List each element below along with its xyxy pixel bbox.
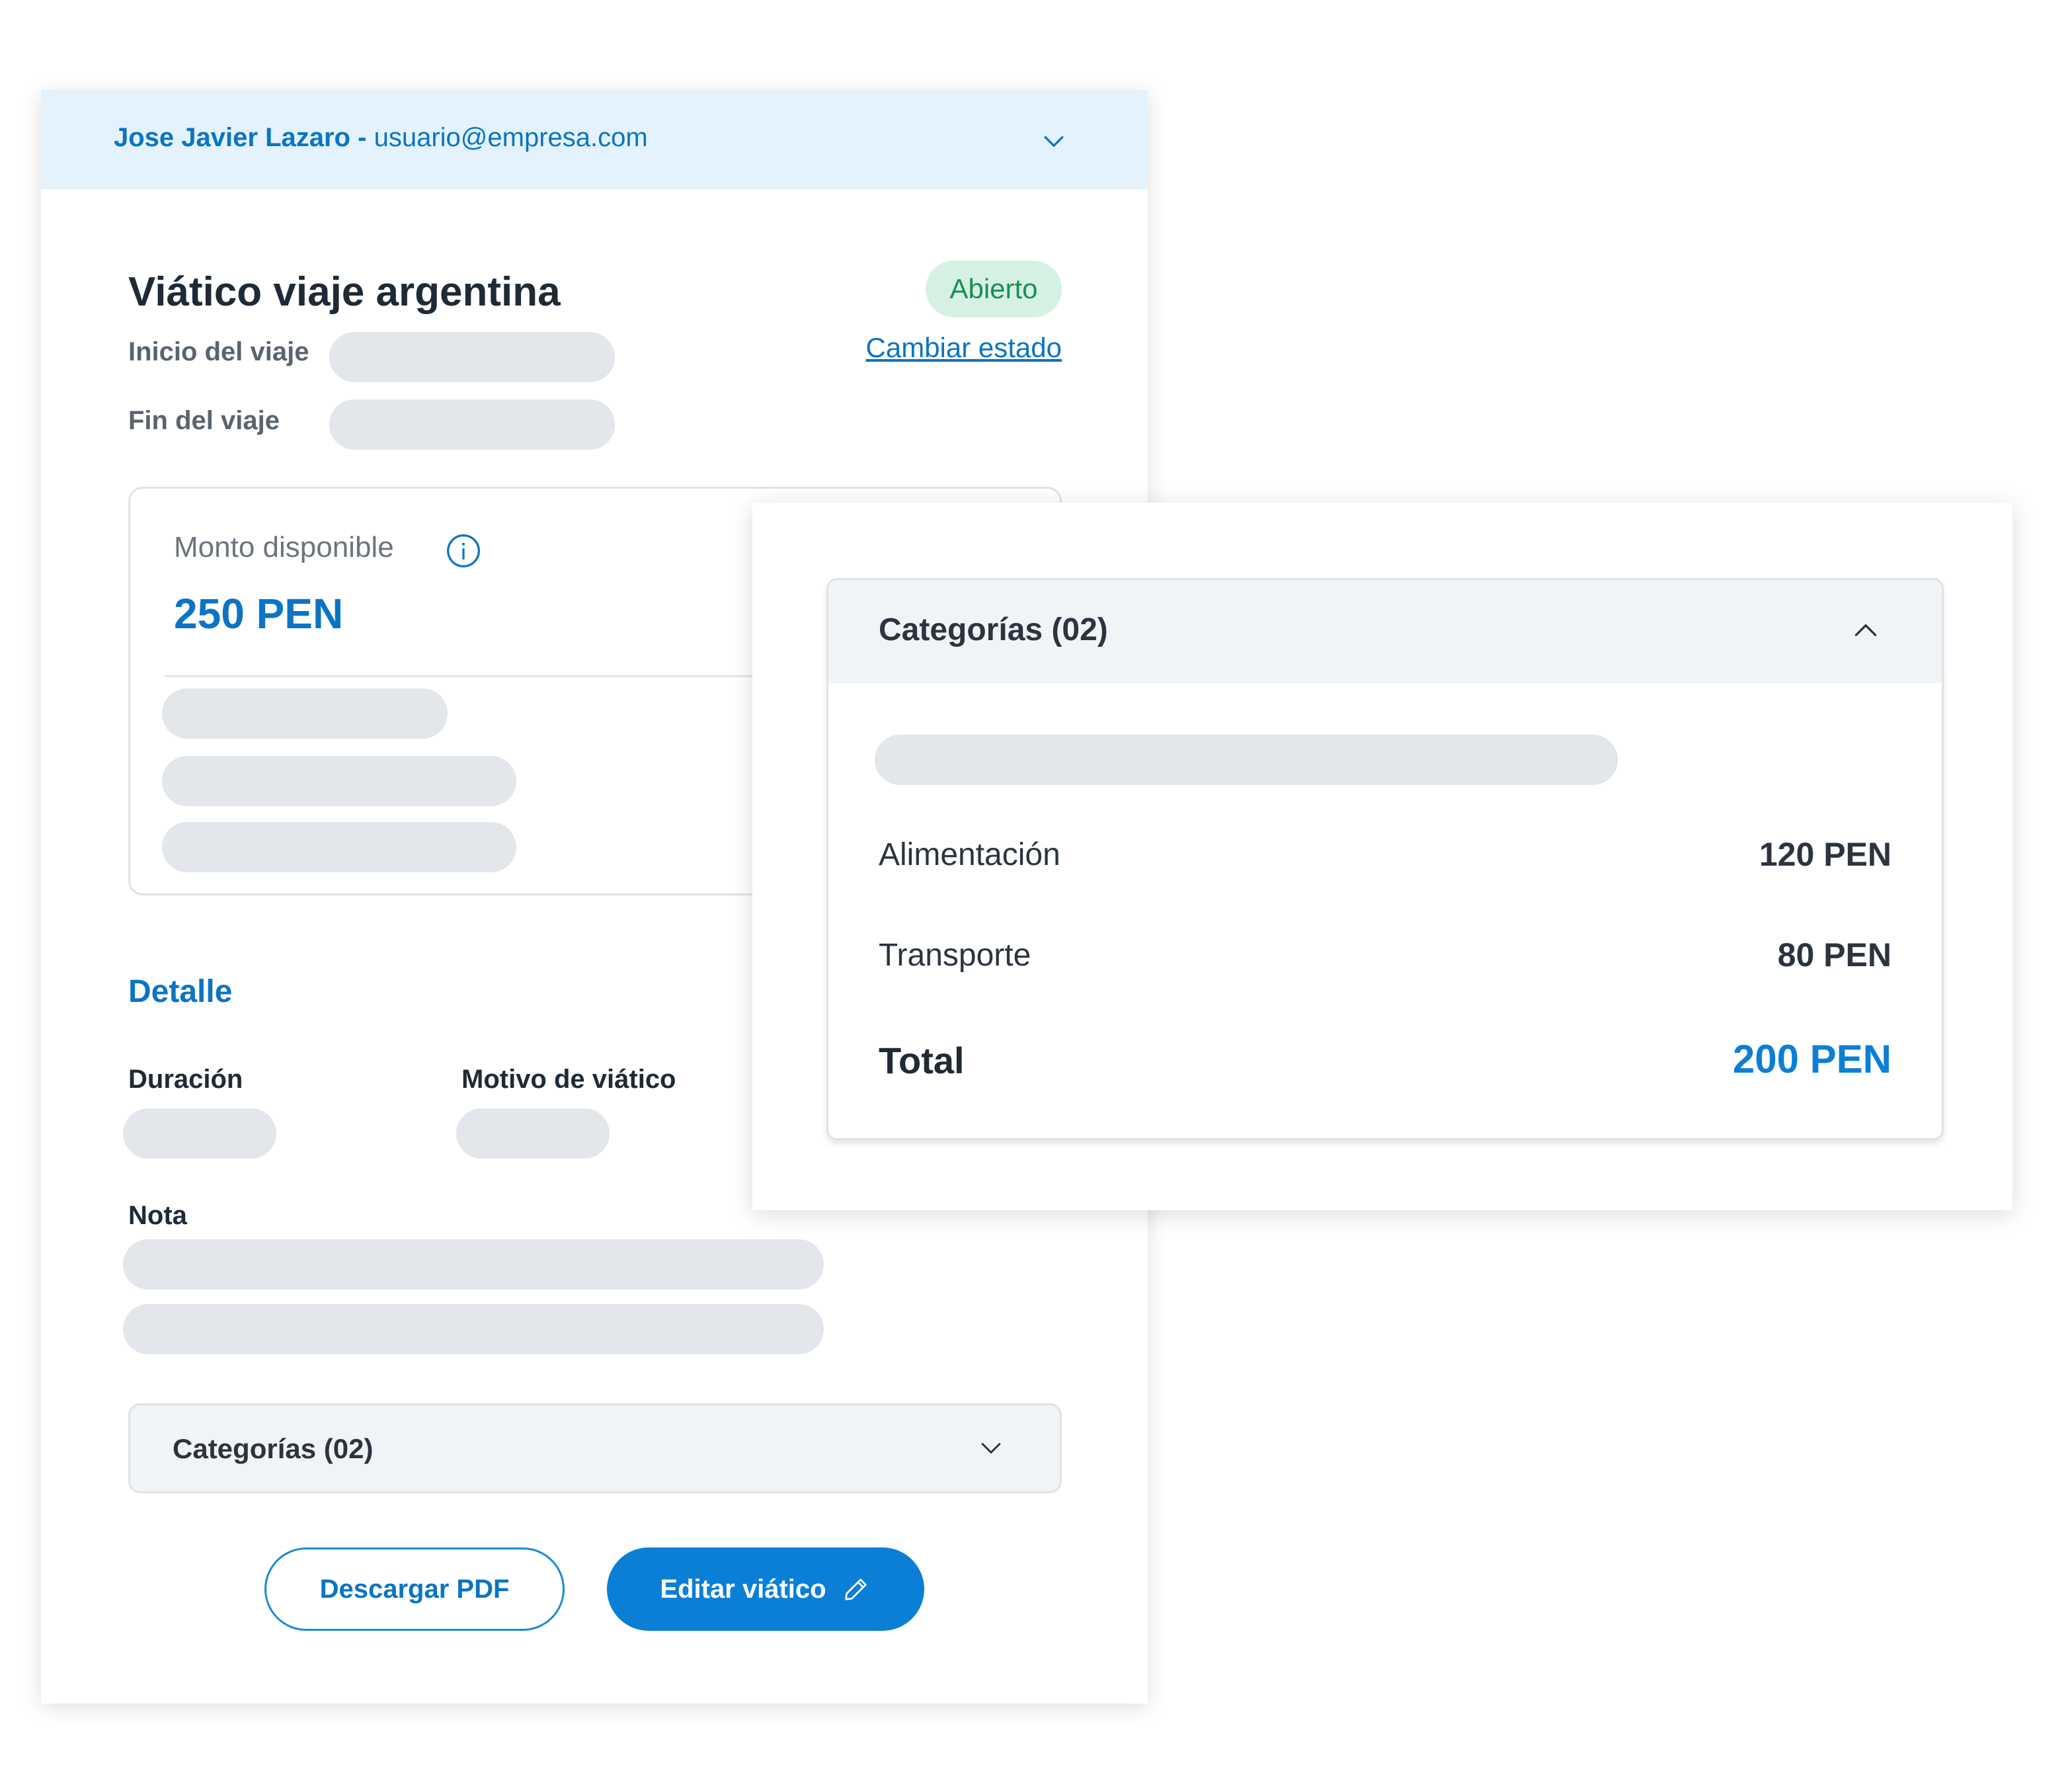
note-placeholder — [123, 1239, 824, 1290]
categories-panel-title: Categorías (02) — [879, 612, 1108, 647]
user-info: Jose Javier Lazaro - usuario@empresa.com — [114, 123, 648, 153]
reason-placeholder — [456, 1108, 610, 1159]
chevron-up-icon[interactable] — [1849, 614, 1882, 647]
trip-start-label: Inicio del viaje — [128, 337, 309, 366]
note-label: Nota — [128, 1201, 187, 1230]
chevron-down-icon — [981, 1443, 1001, 1454]
duration-placeholder — [123, 1108, 276, 1159]
categories-accordion[interactable]: Categorías (02) — [128, 1403, 1062, 1493]
amount-detail-placeholder — [162, 756, 516, 806]
category-name: Alimentación — [879, 837, 1060, 872]
available-amount-value: 250 PEN — [174, 590, 344, 638]
category-name: Transporte — [879, 938, 1031, 973]
user-name: Jose Javier Lazaro — [114, 123, 350, 152]
trip-end-placeholder — [329, 399, 615, 450]
status-badge: Abierto — [926, 261, 1062, 317]
duration-label: Duración — [128, 1065, 243, 1094]
total-value: 200 PEN — [1732, 1037, 1892, 1081]
note-placeholder — [123, 1304, 824, 1354]
user-separator: - — [358, 123, 367, 152]
categories-accordion-label: Categorías (02) — [173, 1433, 374, 1464]
download-pdf-button[interactable]: Descargar PDF — [264, 1547, 565, 1631]
user-selector[interactable]: Jose Javier Lazaro - usuario@empresa.com — [41, 90, 1148, 189]
categories-popover: Categorías (02) Alimentación 120 PEN Tra… — [752, 503, 2012, 1210]
amount-detail-placeholder — [162, 688, 448, 739]
categories-panel-header[interactable]: Categorías (02) — [828, 580, 1942, 683]
amount-detail-placeholder — [162, 822, 516, 872]
user-email: usuario@empresa.com — [374, 123, 648, 152]
category-placeholder — [875, 735, 1618, 785]
available-amount-label: Monto disponible — [174, 531, 394, 563]
categories-panel: Categorías (02) Alimentación 120 PEN Tra… — [826, 578, 1944, 1140]
chevron-down-icon[interactable] — [1039, 126, 1068, 155]
trip-start-placeholder — [329, 332, 615, 382]
edit-button-label: Editar viático — [660, 1574, 826, 1604]
edit-allowance-button[interactable]: Editar viático — [607, 1547, 924, 1631]
category-amount: 80 PEN — [1777, 936, 1892, 973]
reason-label: Motivo de viático — [461, 1065, 676, 1094]
trip-end-label: Fin del viaje — [128, 406, 280, 435]
info-icon[interactable] — [445, 532, 482, 569]
change-status-link[interactable]: Cambiar estado — [856, 332, 1062, 364]
total-label: Total — [879, 1040, 965, 1081]
detail-heading: Detalle — [128, 974, 233, 1009]
category-amount: 120 PEN — [1759, 836, 1892, 873]
page-title: Viático viaje argentina — [128, 269, 561, 315]
pencil-icon — [844, 1579, 867, 1600]
